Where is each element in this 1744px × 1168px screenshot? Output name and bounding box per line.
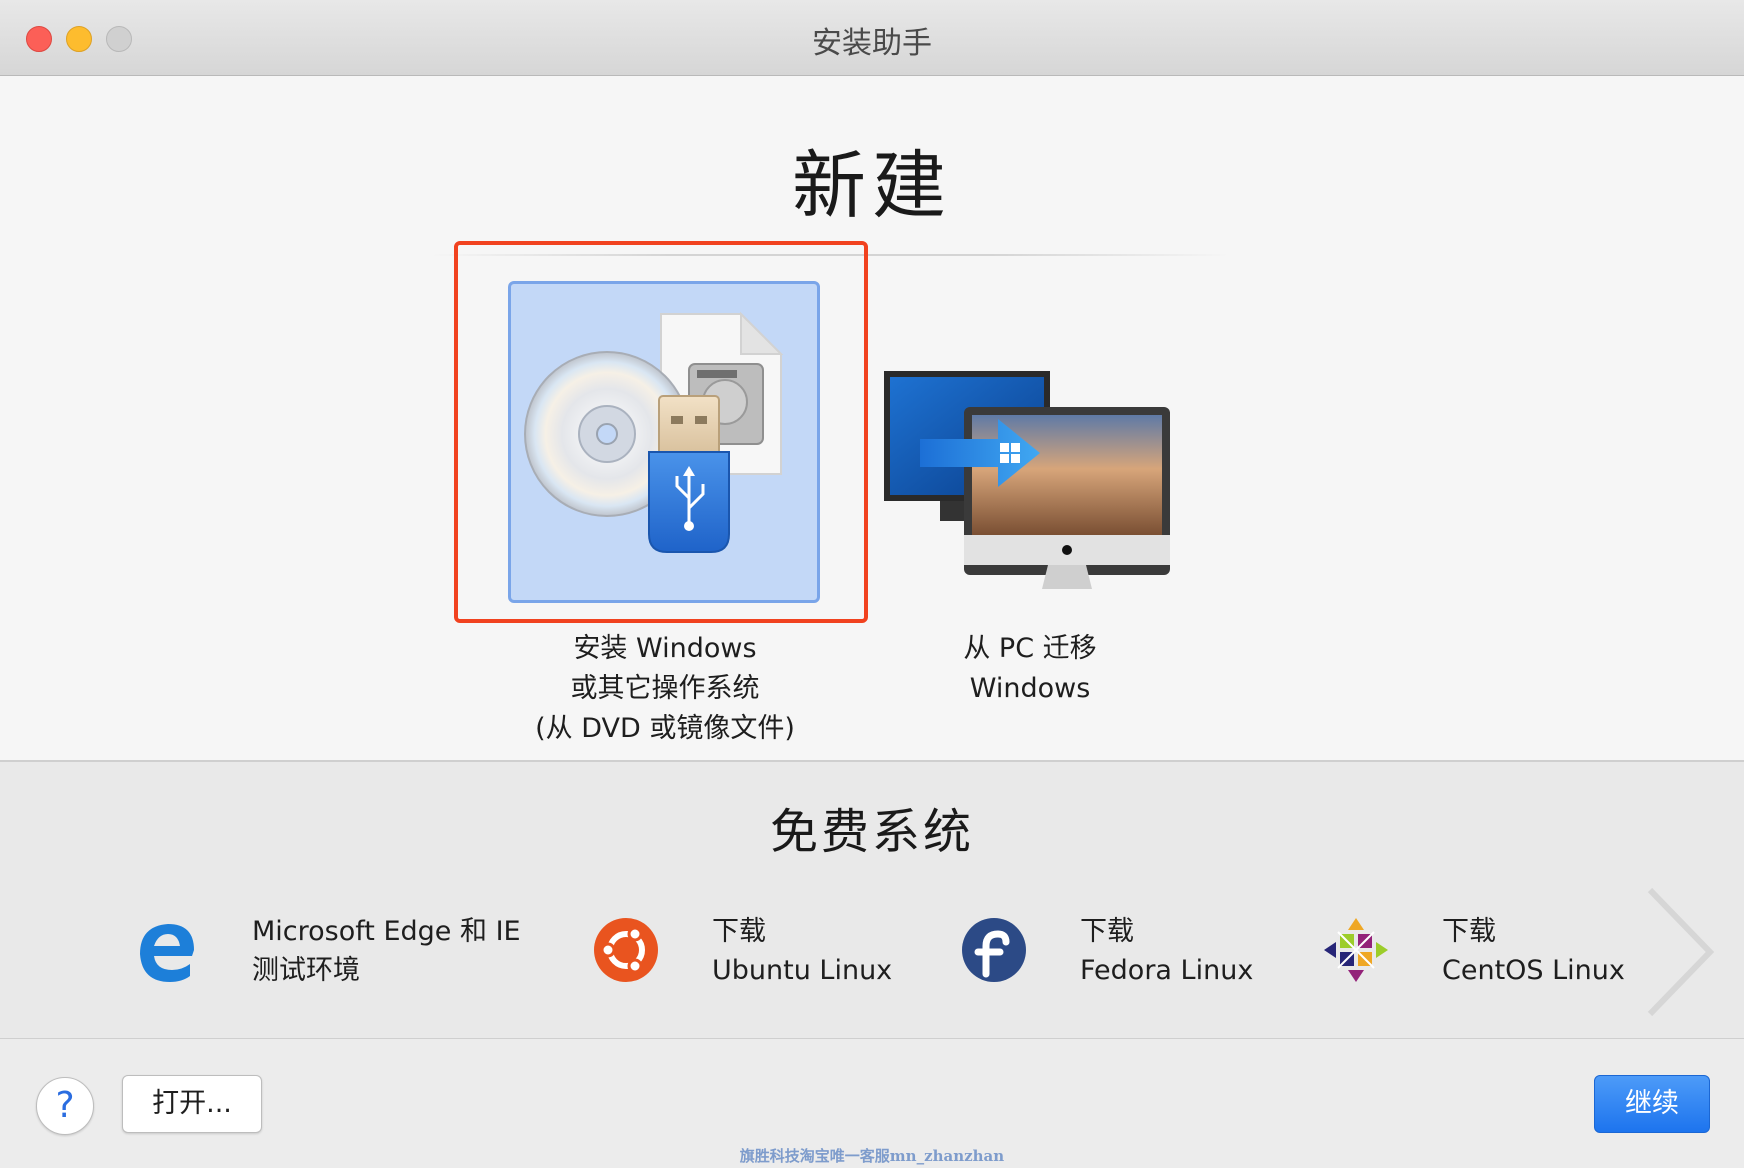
free-system-line1: Microsoft Edge 和 IE	[252, 916, 521, 947]
edge-icon	[140, 924, 194, 982]
free-system-text: Microsoft Edge 和 IE 测试环境	[252, 912, 521, 990]
free-system-text: 下载 Ubuntu Linux	[712, 912, 892, 990]
label-line: 安装 Windows	[573, 633, 757, 664]
fedora-icon	[962, 918, 1026, 982]
ubuntu-icon	[594, 918, 658, 982]
free-system-line1: 下载	[1080, 916, 1134, 947]
new-section: 新建 安装 Windows 或其它操作系统 (从 DVD 或镜像文件) 从 PC…	[0, 76, 1744, 762]
title-bar: 安装助手	[0, 0, 1744, 76]
free-system-line1: 下载	[712, 916, 766, 947]
pc-to-mac-icon	[884, 371, 1170, 589]
free-system-edge[interactable]: Microsoft Edge 和 IE 测试环境	[128, 912, 548, 992]
continue-button[interactable]: 继续	[1594, 1075, 1710, 1133]
centos-icon	[1324, 918, 1388, 982]
free-system-line2: 测试环境	[252, 955, 360, 986]
chevron-right-icon[interactable]	[1640, 882, 1720, 1022]
label-line: Windows	[969, 673, 1091, 704]
install-windows-label: 安装 Windows 或其它操作系统 (从 DVD 或镜像文件)	[480, 629, 850, 749]
free-system-line2: Fedora Linux	[1080, 955, 1254, 986]
install-windows-option[interactable]	[508, 281, 820, 603]
install-media-icon	[524, 311, 784, 553]
free-system-centos[interactable]: 下载 CentOS Linux	[1318, 912, 1638, 992]
new-section-title: 新建	[792, 143, 952, 229]
window-title: 安装助手	[812, 26, 932, 61]
free-system-text: 下载 Fedora Linux	[1080, 912, 1253, 990]
free-systems-title: 免费系统	[769, 804, 974, 860]
label-line: 或其它操作系统	[570, 673, 760, 704]
label-line: 从 PC 迁移	[963, 633, 1097, 664]
migrate-from-pc-label: 从 PC 迁移 Windows	[900, 629, 1160, 709]
free-system-ubuntu[interactable]: 下载 Ubuntu Linux	[588, 912, 908, 992]
watermark-text: 旗胜科技淘宝唯一客服mn_zhanzhan	[739, 1147, 1005, 1165]
bottom-bar: ? 打开... 继续 旗胜科技淘宝唯一客服mn_zhanzhan	[0, 1039, 1744, 1168]
migrate-from-pc-option[interactable]	[880, 321, 1180, 621]
free-system-fedora[interactable]: 下载 Fedora Linux	[956, 912, 1276, 992]
open-button[interactable]: 打开...	[122, 1075, 262, 1133]
free-system-line2: Ubuntu Linux	[712, 955, 893, 986]
free-system-line1: 下载	[1442, 916, 1496, 947]
label-line: (从 DVD 或镜像文件)	[535, 713, 795, 744]
free-systems-section: 免费系统 Microsoft Edge 和 IE 测试环境 下载 Ubuntu …	[0, 762, 1744, 1039]
free-system-text: 下载 CentOS Linux	[1442, 912, 1625, 990]
setup-assistant-window: 安装助手 新建 安装 Windows 或其它操作系统 (从 DVD 或镜像文件)…	[0, 0, 1744, 1168]
free-system-line2: CentOS Linux	[1442, 955, 1625, 986]
help-button[interactable]: ?	[36, 1077, 94, 1135]
